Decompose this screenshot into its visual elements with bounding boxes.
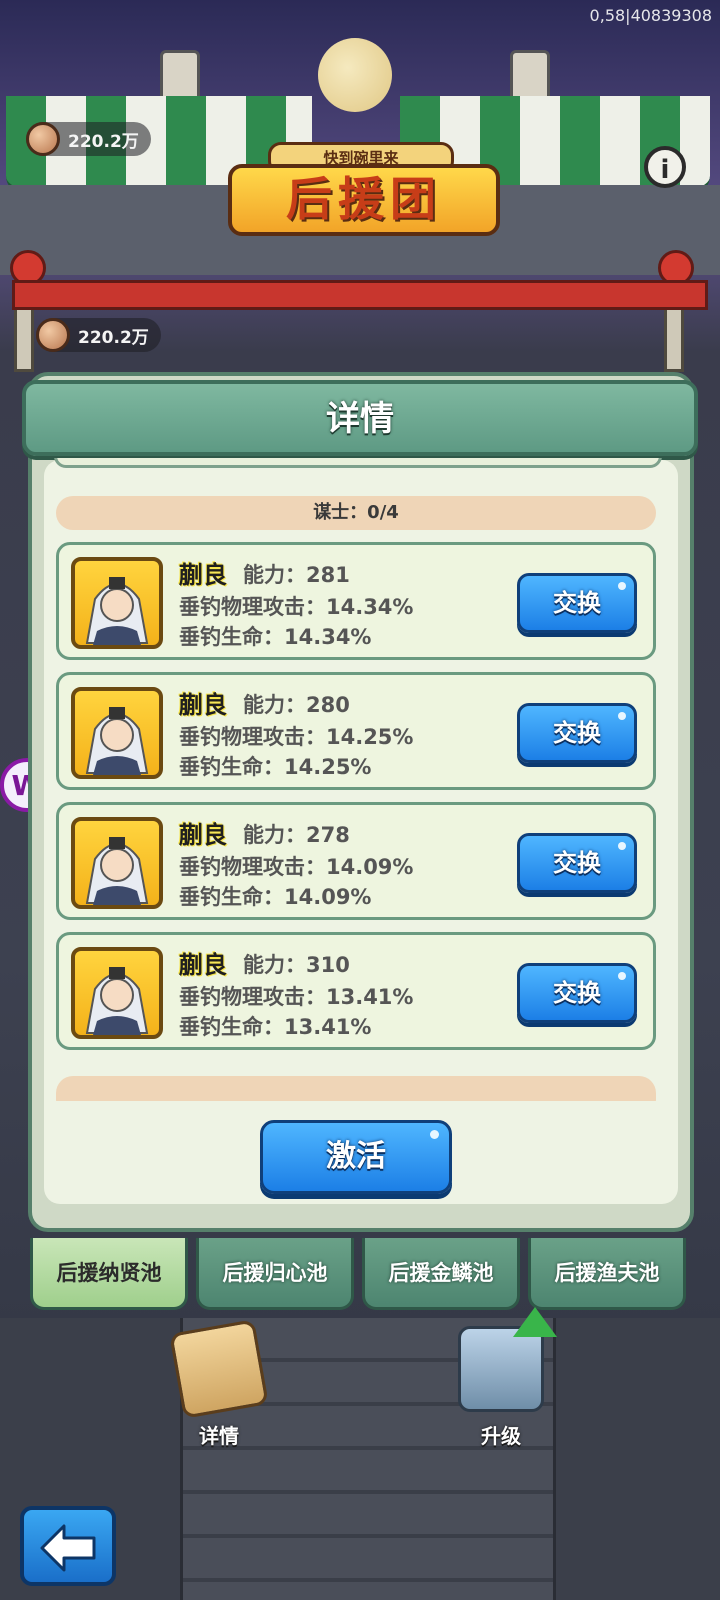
- swap-button[interactable]: 交换: [517, 963, 637, 1023]
- tab-golden-scale-pool[interactable]: 后援金鳞池: [362, 1238, 520, 1310]
- section-header-partial: [56, 1076, 656, 1101]
- partial-card-top: [54, 458, 662, 468]
- red-railing: [12, 280, 708, 310]
- shop-sign: 快到碗里来 后援团: [228, 118, 500, 238]
- hero-power: 能力：310: [243, 953, 350, 977]
- upgrade-action[interactable]: 升级: [446, 1307, 557, 1449]
- hero-attack-bonus: 垂钓物理攻击：14.09%: [179, 855, 414, 879]
- activate-button[interactable]: 激活: [260, 1120, 452, 1194]
- sign-title: 后援团: [228, 164, 500, 236]
- candidate-card: 蒯良 能力：278 垂钓物理攻击：14.09% 垂钓生命：14.09% 交换: [56, 802, 656, 920]
- currency-amount-top: 220.2万: [68, 131, 139, 152]
- tab-fisherman-pool[interactable]: 后援渔夫池: [528, 1238, 686, 1310]
- hero-name: 蒯良: [179, 691, 227, 719]
- hero-power: 能力：280: [243, 693, 350, 717]
- hero-name: 蒯良: [179, 951, 227, 979]
- moon: [318, 38, 392, 112]
- building-upgrade-icon: [458, 1307, 557, 1412]
- swap-button[interactable]: 交换: [517, 833, 637, 893]
- tab-recruit-pool[interactable]: 后援纳贤池: [30, 1238, 188, 1310]
- currency-display-second: 220.2万: [36, 318, 161, 352]
- panel-header: 详情: [22, 380, 698, 456]
- hero-name: 蒯良: [179, 821, 227, 849]
- card-list[interactable]: 谋士：0/4 蒯良 能力：281 垂钓物理攻击：14.34% 垂钓生命：14.3…: [54, 458, 666, 1101]
- hero-portrait: [71, 947, 163, 1039]
- hero-portrait: [71, 817, 163, 909]
- details-action[interactable]: 详情: [164, 1319, 274, 1449]
- upgrade-label: 升级: [481, 1424, 521, 1448]
- section-header-strategist: 谋士：0/4: [56, 496, 656, 530]
- candidate-card: 蒯良 能力：310 垂钓物理攻击：13.41% 垂钓生命：13.41% 交换: [56, 932, 656, 1050]
- back-button[interactable]: [20, 1506, 116, 1586]
- arrow-left-icon: [40, 1524, 96, 1572]
- hero-attack-bonus: 垂钓物理攻击：14.34%: [179, 595, 414, 619]
- hero-portrait: [71, 557, 163, 649]
- swap-button[interactable]: 交换: [517, 573, 637, 633]
- swap-button[interactable]: 交换: [517, 703, 637, 763]
- coin-icon: [36, 318, 70, 352]
- hero-hp-bonus: 垂钓生命：14.09%: [179, 885, 372, 909]
- hero-power: 能力：281: [243, 563, 350, 587]
- hero-hp-bonus: 垂钓生命：14.34%: [179, 625, 372, 649]
- currency-display-top: 220.2万: [26, 122, 151, 156]
- candidate-card: 蒯良 能力：280 垂钓物理攻击：14.25% 垂钓生命：14.25% 交换: [56, 672, 656, 790]
- panel-title: 详情: [326, 399, 394, 439]
- currency-amount-second: 220.2万: [78, 327, 149, 348]
- scroll-icon: [169, 1319, 269, 1419]
- tab-loyalty-pool[interactable]: 后援归心池: [196, 1238, 354, 1310]
- debug-overlay: 0,58|40839308: [589, 6, 712, 25]
- arrow-up-icon: [513, 1307, 557, 1337]
- hero-name: 蒯良: [179, 561, 227, 589]
- coin-icon: [26, 122, 60, 156]
- candidate-card: 蒯良 能力：281 垂钓物理攻击：14.34% 垂钓生命：14.34% 交换: [56, 542, 656, 660]
- pool-tabs: 后援纳贤池 后援归心池 后援金鳞池 后援渔夫池: [30, 1238, 690, 1310]
- details-label: 详情: [199, 1424, 239, 1448]
- hero-hp-bonus: 垂钓生命：13.41%: [179, 1015, 372, 1039]
- hero-power: 能力：278: [243, 823, 350, 847]
- hero-portrait: [71, 687, 163, 779]
- hero-hp-bonus: 垂钓生命：14.25%: [179, 755, 372, 779]
- info-icon[interactable]: i: [644, 146, 686, 188]
- hero-attack-bonus: 垂钓物理攻击：14.25%: [179, 725, 414, 749]
- hero-attack-bonus: 垂钓物理攻击：13.41%: [179, 985, 414, 1009]
